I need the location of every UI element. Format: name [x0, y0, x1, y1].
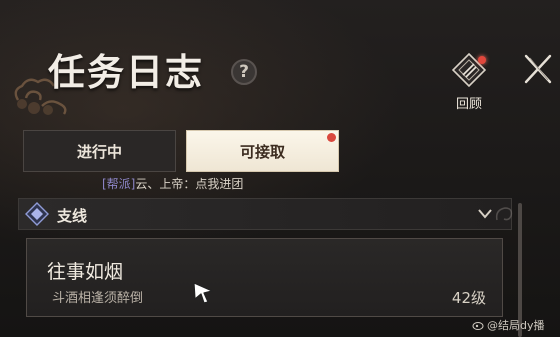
- quest-level: 42级: [451, 289, 486, 307]
- weibo-icon: [472, 322, 484, 330]
- category-label: 支线: [57, 207, 88, 225]
- quest-list-item[interactable]: 往事如烟 斗酒相逢须醉倒 42级: [26, 238, 503, 317]
- quest-title: 往事如烟: [47, 261, 124, 283]
- chat-channel: [帮派]: [102, 177, 136, 191]
- chat-text: 云、上帝：点我进团: [135, 177, 244, 191]
- diamond-emblem-icon: [25, 202, 49, 226]
- review-notification-dot: [478, 56, 486, 64]
- category-header-side-quests[interactable]: 支线: [18, 198, 513, 230]
- review-label: 回顾: [455, 97, 482, 112]
- swirl-ornament-icon: [495, 207, 513, 221]
- chat-message[interactable]: [帮派]云、上帝：点我进团: [102, 175, 243, 192]
- tab-available[interactable]: 可接取: [186, 130, 339, 172]
- chevron-down-icon[interactable]: [477, 208, 493, 220]
- tab-available-label: 可接取: [239, 142, 285, 161]
- review-button[interactable]: 回顾: [445, 51, 493, 115]
- help-icon[interactable]: ?: [231, 59, 257, 85]
- quest-subtitle: 斗酒相逢须醉倒: [52, 291, 144, 306]
- watermark: @结局dy播: [472, 317, 545, 333]
- close-icon[interactable]: [520, 52, 556, 86]
- watermark-text: @结局dy播: [487, 319, 545, 332]
- tab-available-notification-dot: [327, 133, 336, 142]
- mouse-cursor-icon: [193, 282, 213, 304]
- page-title: 任务日志: [48, 50, 204, 94]
- tab-in-progress[interactable]: 进行中: [23, 130, 176, 172]
- tab-in-progress-label: 进行中: [76, 142, 122, 161]
